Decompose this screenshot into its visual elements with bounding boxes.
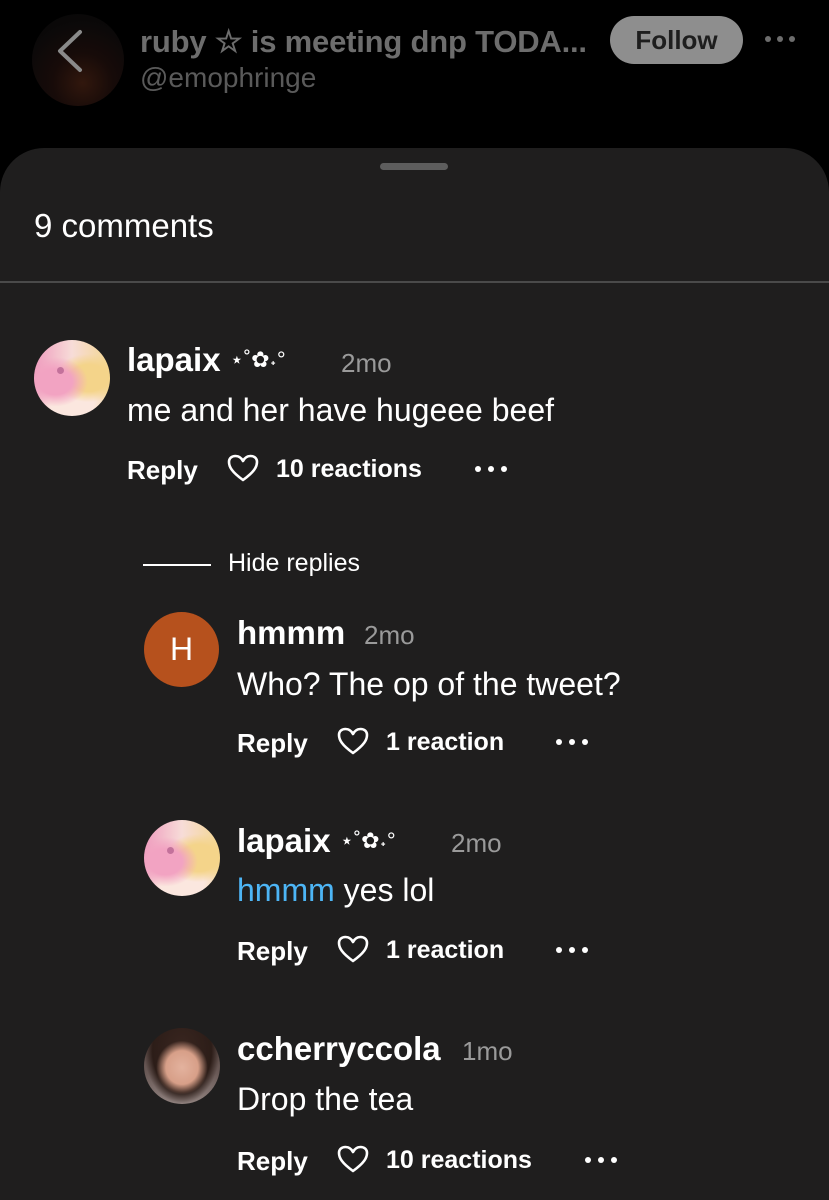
comment-time: 1mo — [462, 1036, 513, 1066]
reply-button[interactable]: Reply — [237, 1146, 308, 1177]
comment-time: 2mo — [364, 620, 415, 650]
comment-time: 2mo — [451, 828, 502, 858]
profile-title: ruby ☆ is meeting dnp TODA... — [140, 24, 587, 59]
comment-author[interactable]: hmmm — [237, 614, 345, 652]
reply-button[interactable]: Reply — [237, 936, 308, 967]
avatar[interactable] — [34, 340, 110, 416]
heart-icon[interactable] — [336, 726, 370, 756]
heart-icon[interactable] — [336, 934, 370, 964]
follow-button[interactable]: Follow — [610, 16, 743, 64]
author-decoration: ⋆˚✿˖° — [340, 828, 396, 853]
more-icon[interactable] — [474, 465, 508, 473]
comment-text: me and her have hugeee beef — [127, 392, 554, 428]
comment-text: Drop the tea — [237, 1081, 414, 1117]
avatar[interactable] — [144, 820, 220, 896]
reply-button[interactable]: Reply — [237, 728, 308, 759]
comment-author[interactable]: ccherryccola — [237, 1030, 441, 1068]
reaction-count[interactable]: 10 reactions — [276, 455, 422, 484]
hide-replies-line — [143, 564, 211, 566]
profile-header: ruby ☆ is meeting dnp TODA... @emophring… — [0, 0, 829, 150]
comment-count: 9 comments — [34, 207, 214, 244]
divider — [0, 281, 829, 283]
comment-text: Who? The op of the tweet? — [237, 666, 621, 702]
more-icon[interactable] — [555, 946, 589, 954]
hide-replies-button[interactable]: Hide replies — [228, 549, 360, 578]
comment-time: 2mo — [341, 348, 392, 378]
avatar[interactable] — [144, 1028, 220, 1104]
heart-icon[interactable] — [226, 453, 260, 483]
comment-text: hmmm yes lol — [237, 872, 434, 909]
reply-button[interactable]: Reply — [127, 455, 198, 486]
profile-handle: @emophringe — [140, 62, 317, 93]
author-decoration: ⋆˚✿˖° — [230, 347, 286, 372]
reaction-count[interactable]: 1 reaction — [386, 728, 504, 757]
comment-author[interactable]: lapaix — [237, 822, 331, 860]
more-icon[interactable] — [555, 738, 589, 746]
mention-link[interactable]: hmmm — [237, 872, 335, 908]
comment-author[interactable]: lapaix — [127, 341, 221, 379]
more-icon[interactable] — [763, 32, 797, 46]
sheet-grabber[interactable] — [380, 163, 448, 170]
comment-text-rest: yes lol — [334, 872, 435, 908]
back-icon[interactable] — [50, 28, 90, 74]
reaction-count[interactable]: 1 reaction — [386, 936, 504, 965]
reaction-count[interactable]: 10 reactions — [386, 1146, 532, 1175]
avatar[interactable]: H — [144, 612, 219, 687]
more-icon[interactable] — [584, 1156, 618, 1164]
heart-icon[interactable] — [336, 1144, 370, 1174]
